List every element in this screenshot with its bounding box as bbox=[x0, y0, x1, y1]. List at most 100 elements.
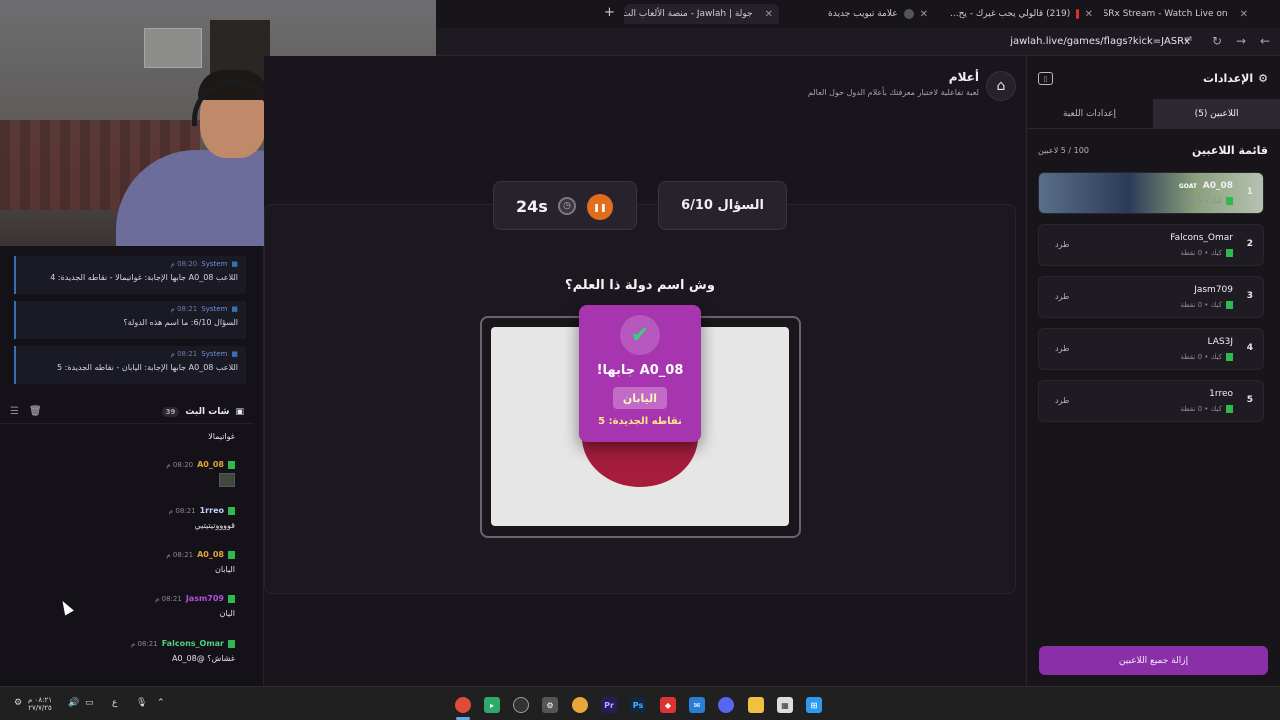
premiere-icon[interactable]: Pr bbox=[601, 697, 617, 713]
player-row: 4 LAS3J كيك • 0 نقطة طرد bbox=[1038, 328, 1264, 370]
chat-line: غواتيمالا bbox=[208, 432, 235, 441]
taskbar: ⚙ ٠٨:٢١ م ٢٧/٧/٢٥ 🔊 ▭ ع 🎙 ⌃ ▸ ⚙ Pr Ps ◆ ✉… bbox=[0, 686, 1280, 720]
chrome-icon[interactable] bbox=[455, 697, 471, 713]
viewer-count-badge: 39 bbox=[161, 406, 180, 417]
chat-username[interactable]: A0_08 bbox=[197, 550, 224, 559]
discord-icon[interactable] bbox=[718, 697, 734, 713]
kick-badge-icon bbox=[228, 506, 235, 515]
terminal-icon[interactable]: ▸ bbox=[484, 697, 500, 713]
kick-badge-icon bbox=[1226, 197, 1233, 205]
settings-title: ⚙ الإعدادات bbox=[1203, 72, 1268, 85]
chat-username[interactable]: Jasm709 bbox=[186, 594, 224, 603]
kick-badge-icon bbox=[228, 550, 235, 559]
kick-badge-icon bbox=[1226, 405, 1233, 413]
browser-tab-bar: + ✕ جولة | Jawlah - منصة الألعاب الت... … bbox=[436, 0, 1280, 28]
tab-players[interactable]: اللاعبين (5) bbox=[1153, 99, 1280, 128]
chat-message: 1rreo 08:21 م قووووتيتيتيي bbox=[168, 506, 235, 530]
game-title: أعلام bbox=[948, 70, 979, 84]
chat-icon: ▣ bbox=[235, 406, 244, 417]
chat-badge-icon: ■ bbox=[231, 260, 238, 268]
settings-icon[interactable]: ⚙ bbox=[542, 697, 558, 713]
clock[interactable]: ٠٨:٢١ م ٢٧/٧/٢٥ bbox=[28, 696, 52, 712]
microphone-icon[interactable]: 🎙 bbox=[136, 698, 147, 708]
emote-image bbox=[219, 473, 235, 487]
windows-start-icon[interactable]: ⊞ bbox=[806, 697, 822, 713]
remove-all-players-button[interactable]: إزالة جميع اللاعبين bbox=[1039, 646, 1268, 675]
player-row[interactable]: 1 A0_08 GOAT كيك • 5 نقطة bbox=[1038, 172, 1264, 214]
chat-badge-icon: ■ bbox=[231, 305, 238, 313]
chat-message: Falcons_Omar 08:21 م غشاش؟ @A0_08 bbox=[130, 639, 235, 663]
kick-badge-icon bbox=[1226, 301, 1233, 309]
question-text: وش اسم دولة ذا العلم؟ bbox=[565, 278, 715, 293]
kick-badge-icon bbox=[1226, 249, 1233, 257]
close-tab-icon[interactable]: ✕ bbox=[1240, 9, 1248, 20]
chat-badge-icon: ■ bbox=[231, 350, 238, 358]
kick-player-button[interactable]: طرد bbox=[1055, 396, 1069, 405]
youtube-favicon bbox=[1076, 9, 1079, 19]
mail-icon[interactable]: ✉ bbox=[689, 697, 705, 713]
players-count: 100 / 5 لاعبين bbox=[1038, 146, 1089, 155]
kick-player-button[interactable]: طرد bbox=[1055, 344, 1069, 353]
file-explorer-icon[interactable] bbox=[748, 697, 764, 713]
tab-game-settings[interactable]: إعدادات اللعبة bbox=[1026, 99, 1153, 128]
kick-badge-icon bbox=[228, 460, 235, 469]
trash-icon[interactable]: 🗑 bbox=[29, 406, 42, 417]
clock-icon: ◷ bbox=[558, 197, 576, 215]
language-indicator[interactable]: ع bbox=[112, 698, 117, 708]
timer-box: 24s ◷ ❚❚ bbox=[493, 181, 637, 230]
reload-icon[interactable]: ↻ bbox=[1212, 34, 1222, 48]
collapse-panel-button[interactable]: ▯ bbox=[1038, 72, 1053, 85]
browser-tab-newtab[interactable]: ✕ علامة تبويب جديدة bbox=[784, 4, 934, 24]
browser-tab-youtube[interactable]: ✕ (219) قالولي يحب غيرك - يح... bbox=[944, 4, 1099, 24]
chat-panel: ■ System 08:20 م اللاعب A0_08 جابها الإجاب… bbox=[0, 246, 264, 686]
system-message: ■ System 08:21 م اللاعب A0_08 جابها الإجاب… bbox=[14, 346, 246, 384]
question-counter: السؤال 6/10 bbox=[658, 181, 787, 230]
home-icon: ⌂ bbox=[996, 78, 1006, 94]
close-tab-icon[interactable]: ✕ bbox=[765, 9, 773, 20]
align-icon[interactable]: ☰ bbox=[10, 406, 19, 417]
chat-username[interactable]: Falcons_Omar bbox=[162, 639, 224, 648]
correct-answer-popup: ✔ A0_08 جابها! اليابان نقاطه الجديدة: 5 bbox=[579, 305, 701, 442]
address-bar: ← → ↻ ⇌ jawlah.live/games/flags?kick=JAS… bbox=[436, 28, 1280, 56]
player-row: 3 Jasm709 كيك • 0 نقطة طرد bbox=[1038, 276, 1264, 318]
chat-username[interactable]: A0_08 bbox=[197, 460, 224, 469]
kick-player-button[interactable]: طرد bbox=[1055, 292, 1069, 301]
kick-app-icon[interactable]: ◆ bbox=[660, 697, 676, 713]
settings-tabs: اللاعبين (5) إعدادات اللعبة bbox=[1026, 99, 1280, 129]
browser-tab-jawlah[interactable]: ✕ جولة | Jawlah - منصة الألعاب الت... bbox=[624, 4, 779, 24]
close-tab-icon[interactable]: ✕ bbox=[1085, 9, 1093, 20]
home-button[interactable]: ⌂ bbox=[986, 71, 1016, 101]
new-tab-button[interactable]: + bbox=[604, 5, 615, 20]
close-tab-icon[interactable]: ✕ bbox=[920, 9, 928, 20]
photoshop-icon[interactable]: Ps bbox=[630, 697, 646, 713]
winner-text: A0_08 جابها! bbox=[596, 363, 684, 378]
pause-button[interactable]: ❚❚ bbox=[587, 194, 613, 220]
chevron-up-icon[interactable]: ⌃ bbox=[157, 698, 165, 708]
kick-badge-icon bbox=[1226, 353, 1233, 361]
chat-message: A0_08 08:20 م bbox=[35, 460, 235, 487]
kick-badge-icon bbox=[228, 639, 235, 648]
goat-badge: GOAT bbox=[1178, 183, 1197, 190]
player-row: 2 Falcons_Omar كيك • 0 نقطة طرد bbox=[1038, 224, 1264, 266]
obs-icon[interactable] bbox=[513, 697, 529, 713]
browser-tab-kick[interactable]: ✕ JASRx Stream - Watch Live on bbox=[1104, 4, 1254, 24]
system-message: ■ System 08:21 م السؤال 6/10: ما اسم هذه ا… bbox=[14, 301, 246, 339]
network-icon[interactable]: ▭ bbox=[85, 698, 94, 708]
chat-header: ▣ شات البث 39 🗑 ☰ bbox=[0, 400, 254, 424]
system-message: ■ System 08:20 م اللاعب A0_08 جابها الإجاب… bbox=[14, 256, 246, 294]
new-points-text: نقاطه الجديدة: 5 bbox=[598, 416, 682, 427]
settings-tray-icon[interactable]: ⚙ bbox=[14, 698, 22, 708]
back-icon[interactable]: ← bbox=[1260, 34, 1270, 48]
player-row: 5 1rreo كيك • 0 نقطة طرد bbox=[1038, 380, 1264, 422]
store-icon[interactable]: ▦ bbox=[777, 697, 793, 713]
chat-username[interactable]: 1rreo bbox=[200, 506, 224, 515]
kick-player-button[interactable]: طرد bbox=[1055, 240, 1069, 249]
volume-icon[interactable]: 🔊 bbox=[68, 698, 79, 708]
url-field[interactable]: jawlah.live/games/flags?kick=JASRx bbox=[1010, 36, 1190, 47]
chrome-favicon bbox=[903, 9, 914, 19]
chat-message: A0_08 08:21 م اليابان bbox=[166, 550, 235, 574]
forward-icon[interactable]: → bbox=[1236, 34, 1246, 48]
check-icon: ✔ bbox=[620, 315, 660, 355]
sidebar-icon: ▯ bbox=[1043, 74, 1048, 83]
chrome-alt-icon[interactable] bbox=[572, 697, 588, 713]
